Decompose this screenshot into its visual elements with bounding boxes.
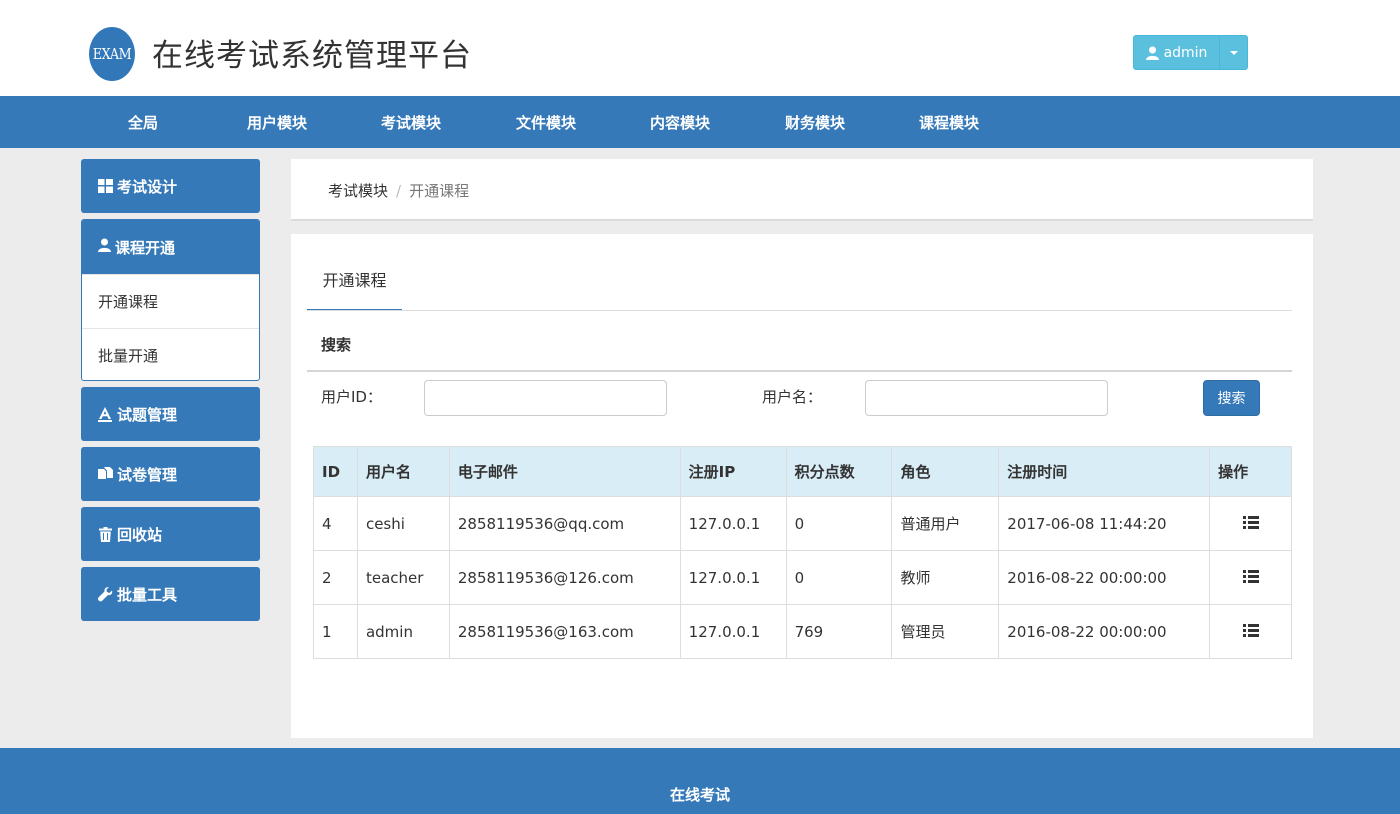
cell-email: 2858119536@126.com	[448, 550, 681, 605]
cell-id: 2	[313, 550, 358, 605]
list-icon[interactable]	[1242, 569, 1259, 583]
cell-reg-time: 2016-08-22 00:00:00	[998, 604, 1211, 659]
sidebar-item-paper-mgmt[interactable]: 试卷管理	[81, 447, 260, 501]
cell-ip: 127.0.0.1	[679, 550, 787, 605]
sidebar-item-exam-design[interactable]: 考试设计	[81, 159, 260, 213]
nav-file-module[interactable]: 文件模块	[516, 96, 576, 148]
column-header-points: 积分点数	[785, 446, 893, 497]
list-icon[interactable]	[1242, 515, 1259, 529]
logo-text: EXAM	[92, 45, 132, 63]
sidebar-item-batch-tools[interactable]: 批量工具	[81, 567, 260, 621]
breadcrumb: 考试模块 / 开通课程	[328, 180, 469, 201]
cell-username: admin	[356, 604, 450, 659]
user-icon	[98, 238, 111, 256]
nav-finance-module[interactable]: 财务模块	[785, 96, 845, 148]
sidebar-label-exam-design: 考试设计	[117, 177, 178, 196]
cell-reg-time: 2016-08-22 00:00:00	[998, 550, 1211, 605]
cell-points: 0	[785, 496, 893, 551]
table-row: 4 ceshi 2858119536@qq.com 127.0.0.1 0 普通…	[313, 496, 1292, 551]
column-header-actions: 操作	[1209, 446, 1292, 497]
sidebar-item-question-mgmt[interactable]: 试题管理	[81, 387, 260, 441]
sidebar-label-question-mgmt: 试题管理	[117, 405, 178, 424]
username-label: 用户名：	[762, 388, 823, 406]
cell-id: 4	[313, 496, 358, 551]
sidebar-label-batch-tools: 批量工具	[117, 585, 178, 604]
breadcrumb-parent[interactable]: 考试模块	[328, 182, 388, 200]
breadcrumb-separator: /	[396, 182, 402, 200]
tab-open-course[interactable]: 开通课程	[307, 262, 402, 311]
user-name: admin	[1163, 44, 1208, 61]
column-header-role: 角色	[891, 446, 1000, 497]
sidebar-group-course-open: 课程开通 开通课程 批量开通	[81, 219, 260, 381]
cell-username: teacher	[356, 550, 450, 605]
table-row: 1 admin 2858119536@163.com 127.0.0.1 769…	[313, 604, 1292, 659]
sidebar-label-paper-mgmt: 试卷管理	[117, 465, 178, 484]
sidebar-label-course-open: 课程开通	[115, 238, 176, 257]
column-header-id: ID	[313, 446, 358, 497]
cell-actions	[1209, 550, 1292, 605]
cell-role: 普通用户	[891, 496, 1000, 551]
nav-course-module[interactable]: 课程模块	[919, 96, 979, 148]
username-input[interactable]	[865, 380, 1108, 416]
trash-icon	[97, 526, 113, 542]
wrench-icon	[97, 586, 113, 602]
logo: EXAM	[89, 27, 135, 81]
cell-actions	[1209, 496, 1292, 551]
cell-points: 769	[785, 604, 893, 659]
grid-icon	[97, 178, 113, 194]
user-menu-button[interactable]: admin	[1133, 35, 1248, 70]
sidebar-item-course-open[interactable]: 课程开通	[82, 220, 259, 274]
user-id-input[interactable]	[424, 380, 667, 416]
table-row: 2 teacher 2858119536@126.com 127.0.0.1 0…	[313, 550, 1292, 605]
user-id-label: 用户ID：	[321, 388, 382, 406]
nav-content-module[interactable]: 内容模块	[650, 96, 710, 148]
column-header-email: 电子邮件	[448, 446, 681, 497]
cell-actions	[1209, 604, 1292, 659]
top-nav: 全局 用户模块 考试模块 文件模块 内容模块 财务模块 课程模块	[0, 96, 1400, 148]
table-header-row: ID 用户名 电子邮件 注册IP 积分点数 角色 注册时间 操作	[313, 446, 1292, 497]
site-title: 在线考试系统管理平台	[152, 38, 472, 74]
user-icon	[1145, 46, 1159, 60]
cell-ip: 127.0.0.1	[679, 496, 787, 551]
cell-role: 管理员	[891, 604, 1000, 659]
column-header-reg-time: 注册时间	[998, 446, 1211, 497]
cell-id: 1	[313, 604, 358, 659]
nav-user-module[interactable]: 用户模块	[247, 96, 307, 148]
copy-icon	[97, 466, 113, 482]
cell-ip: 127.0.0.1	[679, 604, 787, 659]
nav-global[interactable]: 全局	[128, 96, 158, 148]
breadcrumb-current: 开通课程	[409, 182, 470, 200]
cell-username: ceshi	[356, 496, 450, 551]
cell-role: 教师	[891, 550, 1000, 605]
search-section-title: 搜索	[321, 336, 352, 354]
search-divider	[307, 370, 1292, 372]
sidebar-subitem-open-course[interactable]: 开通课程	[82, 274, 259, 328]
nav-exam-module[interactable]: 考试模块	[381, 96, 441, 148]
chevron-down-icon	[1229, 50, 1238, 55]
column-header-username: 用户名	[356, 446, 450, 497]
user-button-main[interactable]: admin	[1134, 36, 1220, 69]
sidebar-label-recycle: 回收站	[117, 525, 163, 544]
list-icon[interactable]	[1242, 623, 1259, 637]
sidebar-item-recycle[interactable]: 回收站	[81, 507, 260, 561]
header: EXAM 在线考试系统管理平台 admin	[0, 0, 1400, 96]
main-panel: 开通课程 搜索 用户ID： 用户名： 搜索 ID 用户名 电子邮件 注册IP 积…	[291, 234, 1313, 738]
user-dropdown-toggle[interactable]	[1220, 36, 1247, 69]
breadcrumb-panel: 考试模块 / 开通课程	[291, 159, 1313, 221]
cell-reg-time: 2017-06-08 11:44:20	[998, 496, 1211, 551]
sidebar-subitem-batch-open[interactable]: 批量开通	[82, 328, 259, 380]
cell-email: 2858119536@qq.com	[448, 496, 681, 551]
footer: 在线考试	[0, 748, 1400, 814]
cell-points: 0	[785, 550, 893, 605]
cell-email: 2858119536@163.com	[448, 604, 681, 659]
text-a-icon	[97, 406, 113, 422]
search-button[interactable]: 搜索	[1203, 380, 1260, 416]
column-header-ip: 注册IP	[679, 446, 787, 497]
users-table: ID 用户名 电子邮件 注册IP 积分点数 角色 注册时间 操作 4 ceshi…	[313, 446, 1292, 659]
tab-divider	[307, 310, 1292, 311]
